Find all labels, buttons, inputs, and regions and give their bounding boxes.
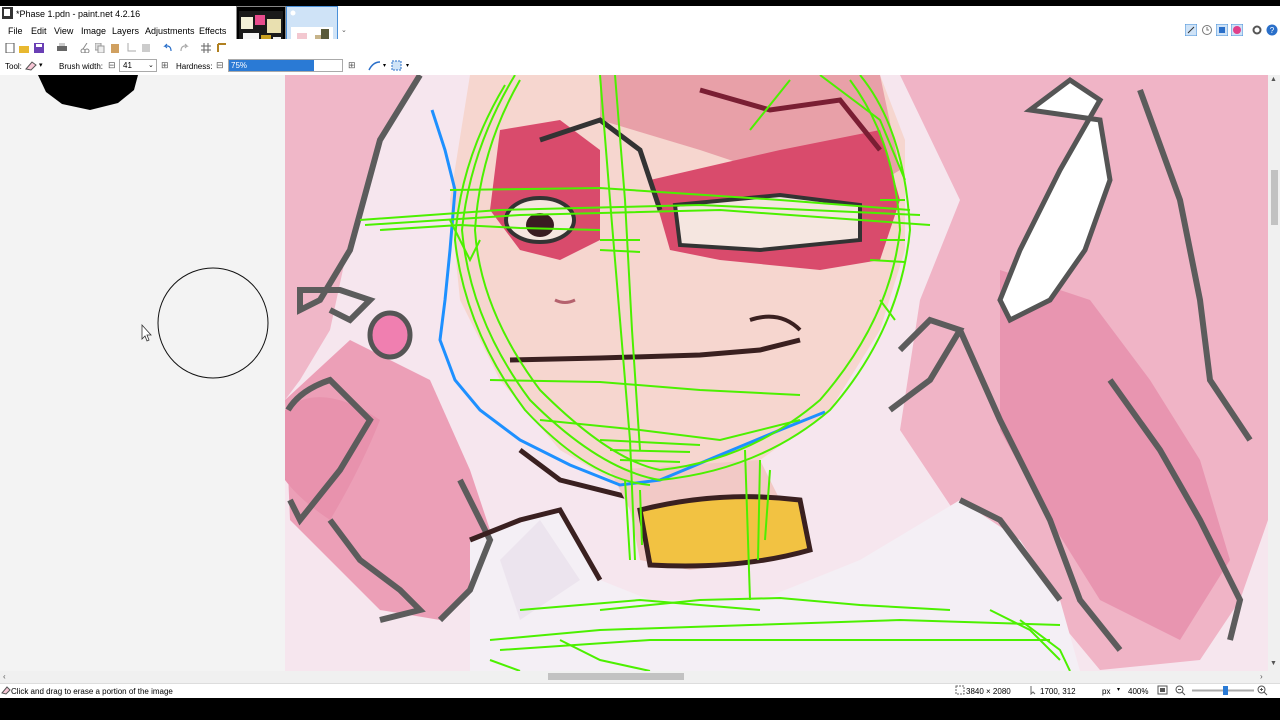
layers-icon[interactable]: [1216, 24, 1228, 36]
hardness-value: 75%: [231, 61, 248, 70]
status-hint: Click and drag to erase a portion of the…: [11, 687, 173, 696]
main-toolbar: [0, 39, 1280, 57]
new-icon[interactable]: [5, 43, 15, 53]
menu-effects[interactable]: Effects: [199, 26, 226, 36]
deselect-icon[interactable]: [141, 43, 151, 53]
scroll-down-icon[interactable]: ▼: [1270, 660, 1277, 667]
menu-view[interactable]: View: [54, 26, 73, 36]
black-brush-blob: [38, 75, 138, 110]
settings-icon[interactable]: [1251, 24, 1263, 36]
tool-label: Tool:: [5, 62, 22, 71]
save-icon[interactable]: [34, 43, 44, 53]
status-bar: [0, 683, 1280, 699]
paste-icon[interactable]: [110, 43, 120, 53]
units-selector[interactable]: px: [1102, 687, 1110, 696]
grid-icon[interactable]: [201, 43, 211, 53]
antialias-chevron-icon[interactable]: ▾: [383, 62, 386, 69]
brush-cursor-circle: [157, 267, 269, 379]
menu-layers[interactable]: Layers: [112, 26, 139, 36]
hardness-increase-icon[interactable]: ⊞: [348, 60, 356, 71]
canvas-artwork[interactable]: [0, 75, 1268, 671]
zoom-fit-icon[interactable]: [1157, 685, 1168, 695]
zoom-level[interactable]: 400%: [1128, 687, 1148, 696]
hardness-decrease-icon[interactable]: ⊟: [216, 60, 224, 71]
crop-icon[interactable]: [126, 43, 136, 53]
help-icon[interactable]: ?: [1266, 24, 1278, 36]
canvas-workspace[interactable]: [0, 75, 1268, 671]
status-eraser-icon: [1, 686, 11, 695]
image-size: 3840 × 2080: [966, 687, 1011, 696]
image-size-icon: [955, 685, 965, 695]
mouse-pointer-icon: [141, 323, 152, 342]
menu-edit[interactable]: Edit: [31, 26, 47, 36]
brush-width-label: Brush width:: [59, 62, 104, 71]
zoom-in-icon[interactable]: [1257, 685, 1268, 696]
ruler-icon[interactable]: [217, 43, 227, 53]
blend-icon[interactable]: [391, 60, 403, 72]
cursor-position-icon: [1030, 686, 1036, 695]
window-title: *Phase 1.pdn - paint.net 4.2.16: [16, 9, 141, 19]
horizontal-scroll-thumb[interactable]: [548, 673, 684, 680]
brush-width-increase-icon[interactable]: ⊞: [161, 60, 169, 71]
antialias-icon[interactable]: [368, 60, 382, 72]
menu-image[interactable]: Image: [81, 26, 106, 36]
svg-text:?: ?: [1270, 26, 1275, 35]
brush-width-decrease-icon[interactable]: ⊟: [108, 60, 116, 71]
zoom-slider[interactable]: [1190, 686, 1256, 695]
blend-chevron-icon[interactable]: ▾: [406, 62, 409, 69]
tab-dropdown-chevron-icon[interactable]: ⌄: [341, 26, 347, 34]
print-icon[interactable]: [57, 43, 67, 53]
scroll-left-icon[interactable]: ‹: [3, 672, 6, 681]
bottom-black-bar: [0, 698, 1280, 720]
scroll-up-icon[interactable]: ▲: [1270, 76, 1277, 83]
copy-icon[interactable]: [95, 43, 105, 53]
brush-width-chevron-down-icon[interactable]: ⌄: [148, 61, 154, 69]
cursor-position: 1700, 312: [1040, 687, 1076, 696]
eraser-icon[interactable]: [24, 60, 38, 71]
tool-dropdown-chevron-icon[interactable]: ▾: [39, 61, 43, 69]
menu-file[interactable]: File: [8, 26, 23, 36]
redo-icon[interactable]: [179, 43, 189, 53]
undo-icon[interactable]: [163, 43, 173, 53]
tools-icon[interactable]: [1185, 24, 1197, 36]
zoom-out-icon[interactable]: [1175, 685, 1186, 696]
vertical-scrollbar[interactable]: [1268, 75, 1280, 671]
history-icon[interactable]: [1201, 24, 1213, 36]
hardness-label: Hardness:: [176, 62, 213, 71]
menu-adjustments[interactable]: Adjustments: [145, 26, 195, 36]
units-chevron-icon[interactable]: ▾: [1117, 686, 1120, 693]
app-icon: [2, 7, 13, 19]
colors-icon[interactable]: [1231, 24, 1243, 36]
open-icon[interactable]: [19, 43, 29, 53]
scroll-right-icon[interactable]: ›: [1260, 672, 1263, 681]
collar: [637, 494, 813, 569]
cut-icon[interactable]: [80, 43, 90, 53]
title-bar: [0, 6, 1280, 22]
vertical-scroll-thumb[interactable]: [1271, 170, 1278, 225]
